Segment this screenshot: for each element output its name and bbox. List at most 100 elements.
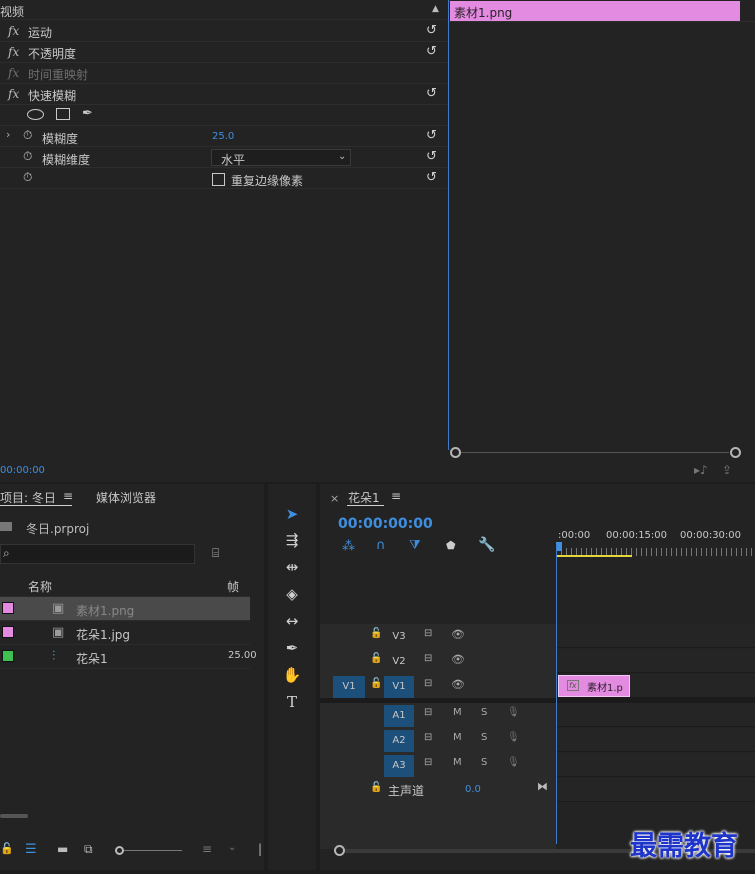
ripple-edit-tool-icon[interactable]: ⇹ — [280, 555, 304, 579]
stopwatch-icon[interactable]: ⏱ — [23, 170, 32, 185]
track-target-a3[interactable]: A3 — [384, 755, 414, 777]
col-name-header[interactable]: 名称 — [28, 578, 52, 595]
reset-icon[interactable]: ↺ — [426, 86, 437, 101]
fx-row-time-remap[interactable]: fx 时间重映射 — [0, 63, 447, 84]
effect-clip-bar[interactable]: 素材1.png — [450, 1, 740, 21]
track-target-a1[interactable]: A1 — [384, 705, 414, 727]
fx-row-motion[interactable]: fx 运动 ↺ — [0, 21, 447, 42]
add-marker-icon[interactable]: ⬟ — [446, 539, 456, 552]
rectangle-mask-icon[interactable] — [56, 108, 70, 120]
selection-tool-icon[interactable]: ➤ — [280, 502, 304, 526]
freeform-view-icon[interactable]: ⧉ — [84, 842, 93, 857]
track-target-a2[interactable]: A2 — [384, 730, 414, 752]
label-color-swatch[interactable] — [2, 650, 14, 662]
label-color-swatch[interactable] — [2, 602, 14, 614]
mute-button[interactable]: M — [453, 732, 462, 743]
sync-lock-icon[interactable]: ⊟ — [424, 707, 432, 718]
blur-dimension-dropdown[interactable]: 水平 ⌄ — [211, 149, 351, 167]
sync-lock-icon[interactable]: ⊟ — [424, 757, 432, 768]
effect-zoom-scrollbar[interactable] — [450, 447, 741, 461]
ellipse-mask-icon[interactable] — [27, 109, 44, 120]
scroll-handle-right[interactable] — [730, 447, 741, 458]
microphone-icon[interactable]: 🎙 — [507, 757, 520, 768]
fx-row-opacity[interactable]: fx 不透明度 ↺ — [0, 42, 447, 63]
solo-button[interactable]: S — [481, 757, 487, 768]
track-lane-master[interactable] — [556, 778, 755, 802]
go-to-end-icon[interactable]: ⧓ — [537, 780, 548, 793]
track-select-tool-icon[interactable]: ⇶ — [280, 528, 304, 552]
scroll-handle-left[interactable] — [334, 845, 345, 856]
track-lane-a2[interactable] — [556, 728, 755, 752]
reset-icon[interactable]: ↺ — [426, 128, 437, 143]
tab-project[interactable]: 项目: 冬日 — [0, 489, 56, 506]
eye-icon[interactable]: 👁 — [451, 653, 465, 666]
linked-selection-icon[interactable]: ⧩ — [409, 538, 421, 553]
export-icon[interactable]: ⇪ — [722, 463, 732, 477]
timeline-playhead[interactable] — [556, 544, 557, 844]
snap-magnet-icon[interactable]: ∩ — [376, 538, 386, 553]
list-item[interactable]: ▣ 素材1.png — [0, 597, 250, 621]
master-volume-value[interactable]: 0.0 — [465, 784, 481, 795]
fx-icon[interactable]: fx — [8, 24, 19, 38]
fx-icon[interactable]: fx — [8, 87, 19, 101]
lock-icon[interactable]: 🔓 — [370, 628, 382, 639]
microphone-icon[interactable]: 🎙 — [507, 707, 520, 718]
track-target-v3[interactable]: V3 — [384, 626, 414, 648]
time-ruler[interactable]: :00:00 00:00:15:00 00:00:30:00 — [556, 524, 755, 558]
chevron-down-icon[interactable]: ⌄ — [228, 842, 236, 853]
effect-playhead[interactable] — [448, 0, 449, 450]
zoom-slider-handle[interactable] — [115, 846, 124, 855]
eye-icon[interactable]: 👁 — [451, 678, 465, 691]
list-item[interactable]: ▣ 花朵1.jpg — [0, 621, 250, 645]
solo-button[interactable]: S — [481, 707, 487, 718]
hand-tool-icon[interactable]: ✋ — [280, 663, 304, 687]
tab-sequence[interactable]: 花朵1 — [348, 489, 380, 506]
eye-icon[interactable]: 👁 — [451, 628, 465, 641]
repeat-edge-checkbox[interactable] — [212, 173, 225, 186]
find-icon[interactable]: ⌸ — [212, 546, 219, 561]
nest-sequence-icon[interactable]: ⁂ — [342, 539, 355, 554]
tab-media-browser[interactable]: 媒体浏览器 — [96, 489, 156, 506]
icon-view-icon[interactable]: ▬ — [57, 842, 68, 856]
sync-lock-icon[interactable]: ⊟ — [424, 732, 432, 743]
track-lane-a3[interactable] — [556, 753, 755, 777]
lock-icon[interactable]: 🔓 — [370, 782, 382, 793]
source-patch-v1[interactable]: V1 — [333, 676, 365, 698]
reset-icon[interactable]: ↺ — [426, 170, 437, 185]
reset-icon[interactable]: ↺ — [426, 44, 437, 59]
more-icon[interactable]: | — [258, 842, 262, 856]
track-target-v2[interactable]: V2 — [384, 651, 414, 673]
label-color-swatch[interactable] — [2, 626, 14, 638]
stopwatch-icon[interactable]: ⏱ — [23, 128, 32, 143]
type-tool-icon[interactable]: T — [280, 690, 304, 714]
panel-menu-icon[interactable]: ≡ — [63, 489, 73, 503]
pen-mask-icon[interactable]: ✒ — [82, 106, 93, 121]
sync-lock-icon[interactable]: ⊟ — [424, 653, 432, 664]
track-lane-v3[interactable] — [556, 624, 755, 648]
solo-button[interactable]: S — [481, 732, 487, 743]
timeline-timecode[interactable]: 00:00:00:00 — [338, 516, 433, 532]
list-item[interactable]: ⫶ 花朵1 25.00 — [0, 645, 257, 669]
video-section-header[interactable]: 视频 ▲ — [0, 0, 447, 20]
slip-tool-icon[interactable]: ↔ — [280, 609, 304, 633]
scroll-handle-left[interactable] — [450, 447, 461, 458]
microphone-icon[interactable]: 🎙 — [507, 732, 520, 743]
sort-icon[interactable]: ≡ — [202, 842, 212, 856]
blur-amount-value[interactable]: 25.0 — [212, 131, 234, 142]
timeline-clip[interactable]: fx 素材1.p — [558, 675, 630, 697]
work-area-bar[interactable] — [556, 555, 632, 557]
razor-tool-icon[interactable]: ◈ — [280, 582, 304, 606]
fx-row-fast-blur[interactable]: fx 快速模糊 ↺ — [0, 84, 447, 105]
panel-menu-icon[interactable]: ≡ — [391, 489, 401, 503]
track-lane-a1[interactable] — [556, 703, 755, 727]
lock-icon[interactable]: 🔓 — [370, 678, 382, 689]
track-lane-v2[interactable] — [556, 649, 755, 673]
horizontal-scrollbar[interactable] — [0, 814, 28, 818]
lock-icon[interactable]: 🔓 — [370, 653, 382, 664]
reset-icon[interactable]: ↺ — [426, 149, 437, 164]
wrench-icon[interactable]: 🔧 — [478, 537, 495, 553]
stopwatch-icon[interactable]: ⏱ — [23, 149, 32, 164]
play-audio-icon[interactable]: ▸♪ — [694, 463, 708, 477]
mute-button[interactable]: M — [453, 707, 462, 718]
pen-tool-icon[interactable]: ✒ — [280, 636, 304, 660]
